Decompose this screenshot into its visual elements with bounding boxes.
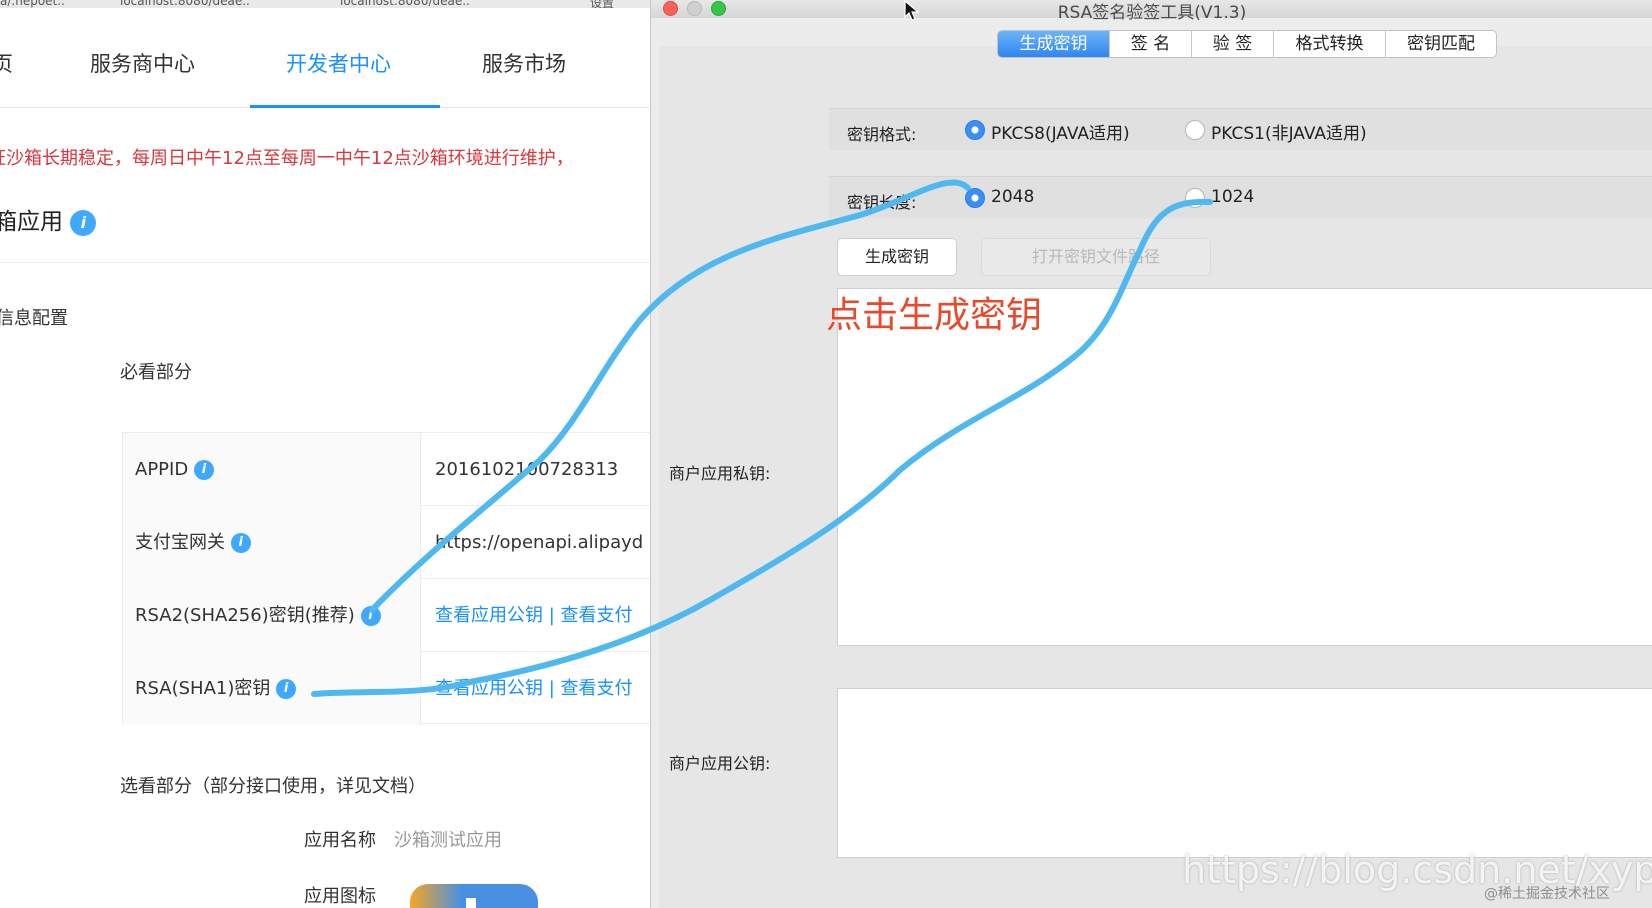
info-icon[interactable]: i [70,209,97,236]
pkcs8-radio[interactable] [965,120,985,140]
key-length-row: 密钥长度: 2048 1024 [829,176,1652,218]
length-1024-label[interactable]: 1024 [1211,187,1254,207]
key-format-label: 密钥格式: [847,125,917,144]
pkcs8-label[interactable]: PKCS8(JAVA适用) [991,119,1130,144]
juejin-watermark: @稀土掘金技术社区 [1484,886,1610,902]
browser-tab[interactable]: 设置 [590,0,614,8]
annotation-click-generate: 点击生成密钥 [826,295,1043,336]
top-nav: 页 服务商中心 开发者中心 服务市场 [0,10,660,108]
info-icon[interactable]: i [360,606,381,626]
app-info-table: APPID i 2016102100728313 支付宝网关 i https:/… [122,432,663,725]
active-tab-indicator [250,105,440,108]
private-key-textarea[interactable] [837,288,1652,646]
app-name-label: 应用名称 [304,830,376,851]
app-icon-image [410,884,538,908]
info-icon[interactable]: i [230,533,251,553]
divider [0,262,660,263]
row-label-text: RSA2(SHA256)密钥(推荐) [135,605,355,626]
mouse-cursor-icon [904,0,920,21]
row-label: APPID i [123,433,421,506]
browser-tab-strip: a/.hepoet.. localhost:8080/deae.. localh… [0,0,660,8]
row-label-text: RSA(SHA1)密钥 [135,678,271,699]
tab-verify[interactable]: 验 签 [1192,31,1274,57]
app-name-field: 应用名称 沙箱测试应用 [304,826,502,852]
row-label-text: APPID [135,459,189,480]
rsa-key-links[interactable]: 查看应用公钥 | 查看支付 [435,652,633,725]
info-config-title: 信息配置 [0,308,68,329]
nav-item-service-market[interactable]: 服务市场 [482,48,566,78]
length-2048-label[interactable]: 2048 [991,187,1034,207]
open-key-path-button: 打开密钥文件路径 [981,238,1211,276]
key-format-row: 密钥格式: PKCS8(JAVA适用) PKCS1(非JAVA适用) [829,108,1652,150]
app-icon-field: 应用图标 [304,882,376,908]
info-icon[interactable]: i [276,679,297,699]
nav-item-home[interactable]: 页 [0,48,13,78]
public-key-textarea[interactable] [837,688,1652,858]
appid-value: 2016102100728313 [435,459,619,480]
rsa2-key-links[interactable]: 查看应用公钥 | 查看支付 [435,579,633,652]
public-key-label: 商户应用公钥: [669,754,771,773]
nav-item-provider-center[interactable]: 服务商中心 [90,48,195,78]
app-icon-label: 应用图标 [304,886,376,907]
app-name-value: 沙箱测试应用 [394,830,502,851]
window-title: RSA签名验签工具(V1.3) [1057,3,1247,23]
tab-format-convert[interactable]: 格式转换 [1274,31,1386,57]
browser-tab[interactable]: localhost:8080/deae.. [340,0,470,8]
length-2048-radio[interactable] [965,188,985,208]
table-row: RSA2(SHA256)密钥(推荐) i 查看应用公钥 | 查看支付 [123,579,663,652]
generate-key-panel: 密钥格式: PKCS8(JAVA适用) PKCS1(非JAVA适用) 密钥长度:… [659,46,1652,908]
section-title-text: 箱应用 [0,209,63,235]
browser-tab[interactable]: localhost:8080/deae.. [120,0,250,8]
pkcs1-label[interactable]: PKCS1(非JAVA适用) [1211,119,1367,144]
tab-key-match[interactable]: 密钥匹配 [1386,31,1496,57]
optional-section-title: 选看部分（部分接口使用，详见文档） [120,776,426,797]
private-key-label: 商户应用私钥: [669,464,771,483]
section-title: 箱应用 i [0,202,97,236]
row-label-text: 支付宝网关 [135,532,225,553]
window-titlebar[interactable]: RSA签名验签工具(V1.3) [651,0,1652,23]
tool-tabs: 生成密钥 签 名 验 签 格式转换 密钥匹配 [997,30,1497,58]
table-row: RSA(SHA1)密钥 i 查看应用公钥 | 查看支付 [123,652,663,725]
browser-page: a/.hepoet.. localhost:8080/deae.. localh… [0,0,663,908]
pkcs1-radio[interactable] [1185,120,1205,140]
must-read-title: 必看部分 [120,362,192,383]
browser-tab[interactable]: a/.hepoet.. [0,0,65,8]
info-icon[interactable]: i [193,460,214,480]
maintenance-notice: 证沙箱长期稳定，每周日中午12点至每周一中午12点沙箱环境进行维护， [0,148,574,169]
row-label: RSA2(SHA256)密钥(推荐) i [123,579,421,652]
generate-key-button[interactable]: 生成密钥 [837,238,957,276]
rsa-tool-window: RSA签名验签工具(V1.3) 密钥格式: PKCS8(JAVA适用) PKCS… [650,0,1652,908]
gateway-value: https://openapi.alipayd [435,532,644,553]
row-label: 支付宝网关 i [123,506,421,579]
length-1024-radio[interactable] [1185,188,1205,208]
table-row: APPID i 2016102100728313 [123,433,663,506]
key-length-label: 密钥长度: [847,193,917,212]
nav-item-developer-center[interactable]: 开发者中心 [286,48,391,78]
screen: a/.hepoet.. localhost:8080/deae.. localh… [0,0,1652,908]
table-row: 支付宝网关 i https://openapi.alipayd [123,506,663,579]
tab-generate-key[interactable]: 生成密钥 [998,31,1110,57]
row-label: RSA(SHA1)密钥 i [123,652,421,725]
tab-sign[interactable]: 签 名 [1110,31,1192,57]
